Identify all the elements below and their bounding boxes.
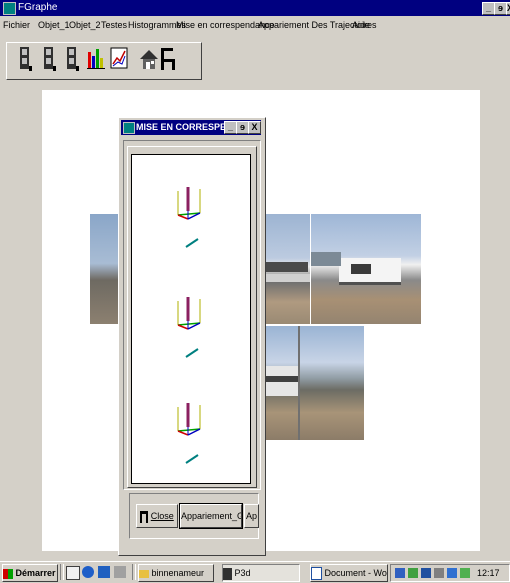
start-label: Démarrer [15, 568, 56, 578]
reference-frame-1 [177, 187, 201, 248]
close-button[interactable]: X [506, 2, 510, 15]
taskbar-separator-2 [132, 564, 136, 580]
house-icon[interactable] [139, 44, 159, 74]
ap-button[interactable]: Ap [244, 504, 259, 528]
object-3-icon[interactable] [62, 44, 82, 74]
app-icon-small [223, 567, 232, 580]
outlook-icon[interactable] [98, 566, 110, 578]
toolbar [0, 38, 510, 82]
task-p3d-label: P3d [234, 568, 251, 578]
app-titlebar: FGraphe _ ɘ X [0, 0, 510, 16]
tray-icon-4[interactable] [434, 568, 444, 578]
scene-photo-building-b [311, 214, 421, 324]
taskbar-separator [60, 564, 64, 580]
app-title: FGraphe [18, 2, 58, 13]
dialog-close-x-button[interactable]: X [248, 121, 261, 134]
dialog-titlebar: MISE EN CORRESPEN... _ ɘ X [121, 120, 261, 135]
wordpad-icon [311, 567, 322, 581]
app-icon [3, 2, 16, 15]
dialog-icon [123, 122, 135, 134]
menu-fichier[interactable]: Fichier [3, 20, 30, 30]
task-binnenameur[interactable]: binnenameur [138, 564, 214, 582]
menu-objet-1[interactable]: Objet_1 [38, 20, 70, 30]
object-1-icon[interactable] [15, 44, 35, 74]
clock[interactable]: 12:17 [477, 565, 500, 581]
scene-photo-left [90, 214, 120, 324]
dialog-button-bar: Close Appariement_G Ap [129, 493, 259, 539]
reference-frame-3 [177, 403, 201, 464]
task-wordpad-label: Document - WordPad [324, 568, 387, 578]
appariement-g-button[interactable]: Appariement_G [179, 503, 243, 529]
taskbar: Démarrer binnenameur P3d Document - Word… [0, 561, 510, 583]
reference-frame-2 [177, 297, 201, 358]
menu-bar: Fichier Objet_1 Objet_2 Testes Histogram… [0, 16, 510, 38]
object-2-icon[interactable] [39, 44, 59, 74]
chair-icon[interactable] [158, 44, 178, 74]
chair-icon [140, 510, 149, 523]
windows-logo-icon [3, 568, 13, 579]
task-wordpad[interactable]: Document - WordPad [310, 564, 388, 582]
close-dialog-button[interactable]: Close [136, 504, 178, 528]
menu-objet-2[interactable]: Objet_2 [69, 20, 101, 30]
scene-photo-building-a [264, 214, 310, 324]
system-tray: 12:17 [390, 564, 510, 582]
scene-photo-building-c [264, 326, 364, 440]
network-icon[interactable] [395, 568, 405, 578]
folder-icon [139, 569, 149, 578]
menu-testes[interactable]: Testes [101, 20, 127, 30]
histogram-icon[interactable] [86, 44, 106, 74]
trajectory-3d-view [131, 154, 251, 484]
task-binnenameur-label: binnenameur [151, 568, 205, 578]
volume-icon[interactable] [460, 568, 470, 578]
tray-icon-5[interactable] [447, 568, 457, 578]
graph-icon[interactable] [109, 44, 129, 74]
tray-icon-2[interactable] [408, 568, 418, 578]
show-desktop-icon[interactable] [66, 566, 80, 580]
internet-explorer-icon[interactable] [82, 566, 94, 578]
menu-aide[interactable]: Aide [352, 20, 370, 30]
close-dialog-label: Close [150, 511, 174, 521]
channels-icon[interactable] [114, 566, 126, 578]
task-p3d[interactable]: P3d [222, 564, 300, 582]
mise-en-correspondance-dialog: MISE EN CORRESPEN... _ ɘ X Close Apparie… [118, 117, 266, 556]
tray-icon-3[interactable] [421, 568, 431, 578]
start-button[interactable]: Démarrer [2, 564, 58, 582]
